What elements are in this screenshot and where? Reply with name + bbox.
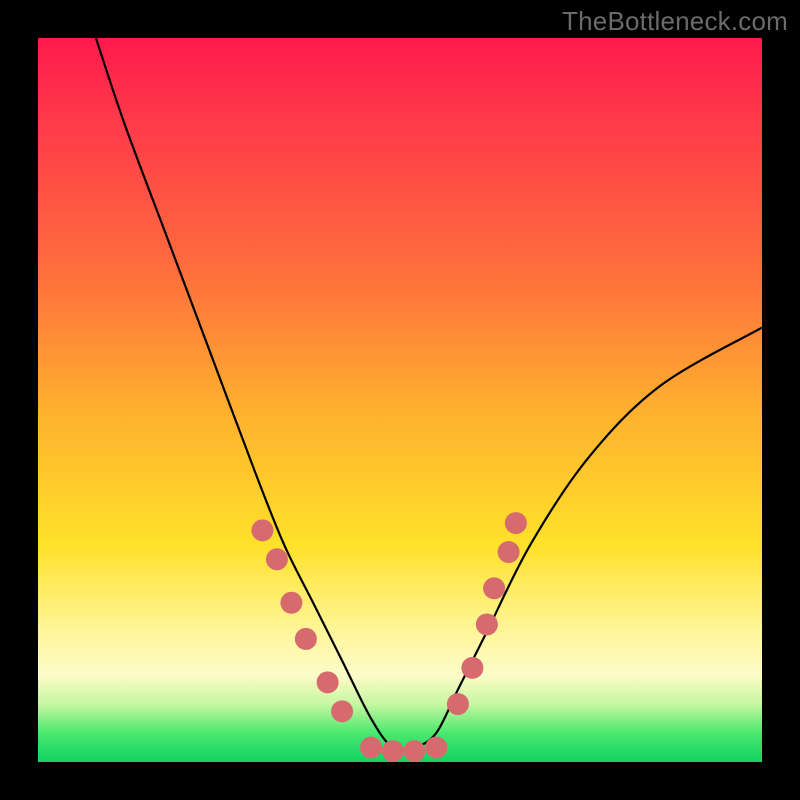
data-dot	[425, 737, 447, 759]
data-dot	[505, 512, 527, 534]
data-dot	[382, 740, 404, 762]
data-dot	[295, 628, 317, 650]
data-dot	[447, 693, 469, 715]
data-dot	[317, 671, 339, 693]
watermark-text: TheBottleneck.com	[562, 6, 788, 37]
data-dot	[280, 592, 302, 614]
data-dot	[498, 541, 520, 563]
data-dot	[360, 737, 382, 759]
data-dot	[483, 577, 505, 599]
data-dot	[331, 700, 353, 722]
plot-area	[38, 38, 762, 762]
data-dot	[476, 613, 498, 635]
chart-frame: TheBottleneck.com	[0, 0, 800, 800]
data-dots	[251, 512, 526, 762]
data-dot	[266, 548, 288, 570]
data-dot	[251, 519, 273, 541]
curve-svg	[38, 38, 762, 762]
data-dot	[461, 657, 483, 679]
bottleneck-curve	[96, 38, 762, 750]
data-dot	[403, 740, 425, 762]
